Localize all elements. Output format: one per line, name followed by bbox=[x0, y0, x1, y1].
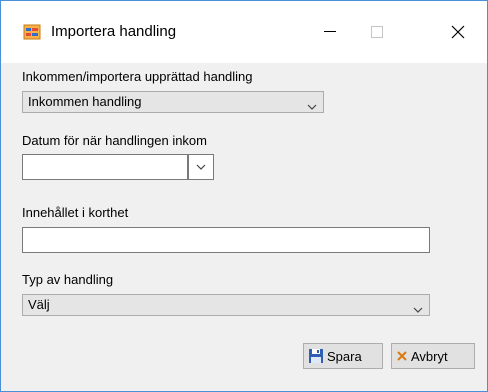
save-label: Spara bbox=[327, 348, 362, 364]
content-label: Innehållet i korthet bbox=[22, 205, 129, 220]
close-button[interactable] bbox=[435, 14, 481, 50]
x-icon bbox=[397, 351, 407, 361]
chevron-down-icon bbox=[307, 97, 317, 117]
save-button[interactable]: Spara bbox=[303, 343, 383, 369]
type-select[interactable]: Inkommen handling bbox=[22, 91, 324, 113]
cancel-label: Avbryt bbox=[411, 348, 448, 364]
window-title: Importera handling bbox=[51, 23, 177, 40]
doc-type-select[interactable]: Välj bbox=[22, 294, 430, 316]
minimize-icon bbox=[324, 31, 336, 32]
doc-type-select-value: Välj bbox=[28, 297, 50, 312]
floppy-disk-icon bbox=[309, 349, 323, 363]
cancel-button[interactable]: Avbryt bbox=[391, 343, 475, 369]
title-bar: Importera handling bbox=[1, 1, 487, 63]
app-form-icon bbox=[23, 23, 41, 41]
close-icon bbox=[451, 25, 465, 39]
date-picker-button[interactable] bbox=[188, 154, 214, 180]
dialog-window: Importera handling Inkommen/importera up… bbox=[0, 0, 488, 392]
type-select-value: Inkommen handling bbox=[28, 94, 142, 109]
content-input[interactable] bbox=[22, 227, 430, 253]
date-input[interactable] bbox=[22, 154, 188, 180]
chevron-down-icon bbox=[413, 300, 423, 320]
form-content: Inkommen/importera upprättad handling In… bbox=[1, 63, 487, 391]
chevron-down-icon bbox=[196, 164, 206, 170]
maximize-icon bbox=[371, 26, 383, 38]
maximize-button bbox=[354, 14, 400, 50]
doc-type-label: Typ av handling bbox=[22, 272, 114, 287]
minimize-button[interactable] bbox=[307, 14, 353, 50]
type-label: Inkommen/importera upprättad handling bbox=[22, 69, 253, 84]
date-label: Datum för när handlingen inkom bbox=[22, 133, 207, 148]
